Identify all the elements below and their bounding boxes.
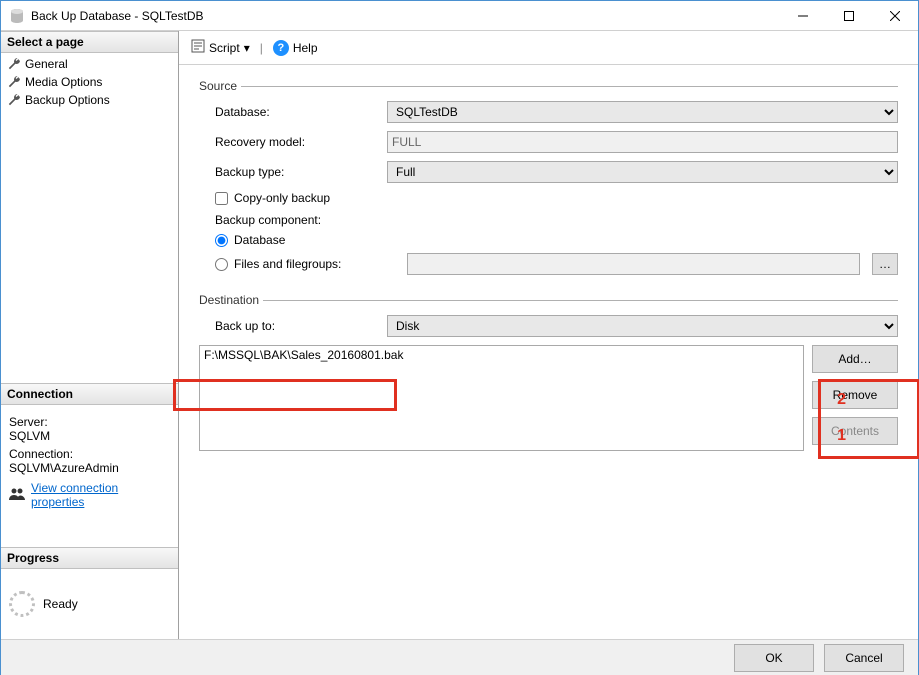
close-button[interactable] bbox=[872, 1, 918, 31]
ok-button[interactable]: OK bbox=[734, 644, 814, 672]
right-panel: Script ▾ | ? Help Source Database: SQLTe… bbox=[179, 31, 918, 639]
contents-button[interactable]: Contents bbox=[812, 417, 898, 445]
source-group: Source Database: SQLTestDB Recovery mode… bbox=[199, 79, 898, 281]
toolbar-separator: | bbox=[260, 41, 263, 55]
recovery-model-label: Recovery model: bbox=[215, 135, 387, 149]
destination-list[interactable]: F:\MSSQL\BAK\Sales_20160801.bak bbox=[199, 345, 804, 451]
cancel-button[interactable]: Cancel bbox=[824, 644, 904, 672]
copy-only-label: Copy-only backup bbox=[234, 191, 330, 205]
progress-header: Progress bbox=[1, 547, 178, 569]
select-page-header: Select a page bbox=[1, 31, 178, 53]
minimize-button[interactable] bbox=[780, 1, 826, 31]
database-icon bbox=[9, 8, 25, 24]
wrench-icon bbox=[7, 57, 21, 71]
backup-component-label: Backup component: bbox=[215, 213, 898, 227]
titlebar: Back Up Database - SQLTestDB bbox=[1, 1, 918, 31]
script-icon bbox=[191, 39, 205, 56]
destination-group: Destination Back up to: Disk F:\MSSQL\BA… bbox=[199, 293, 898, 451]
backup-type-select[interactable]: Full bbox=[387, 161, 898, 183]
recovery-model-field bbox=[387, 131, 898, 153]
database-radio-label: Database bbox=[234, 233, 285, 247]
database-radio[interactable] bbox=[215, 234, 228, 247]
toolbar: Script ▾ | ? Help bbox=[179, 31, 918, 65]
people-icon bbox=[9, 487, 25, 504]
backup-to-label: Back up to: bbox=[215, 319, 387, 333]
files-filegroups-label: Files and filegroups: bbox=[234, 257, 341, 271]
script-button[interactable]: Script ▾ bbox=[191, 39, 250, 56]
help-icon: ? bbox=[273, 40, 289, 56]
maximize-button[interactable] bbox=[826, 1, 872, 31]
page-media-options[interactable]: Media Options bbox=[1, 73, 178, 91]
help-label: Help bbox=[293, 41, 318, 55]
page-general[interactable]: General bbox=[1, 55, 178, 73]
content-area: Source Database: SQLTestDB Recovery mode… bbox=[179, 65, 918, 639]
server-label: Server: bbox=[9, 415, 170, 429]
view-connection-properties-link[interactable]: View connection properties bbox=[31, 481, 170, 509]
wrench-icon bbox=[7, 93, 21, 107]
database-select[interactable]: SQLTestDB bbox=[387, 101, 898, 123]
window-title: Back Up Database - SQLTestDB bbox=[31, 9, 780, 23]
connection-body: Server: SQLVM Connection: SQLVM\AzureAdm… bbox=[1, 405, 178, 547]
progress-body: Ready bbox=[1, 569, 178, 639]
remove-button[interactable]: Remove bbox=[812, 381, 898, 409]
dialog-footer: OK Cancel bbox=[1, 639, 918, 675]
source-legend: Source bbox=[199, 79, 241, 93]
progress-status: Ready bbox=[43, 597, 78, 611]
files-filegroups-browse-button[interactable]: … bbox=[872, 253, 898, 275]
backup-to-select[interactable]: Disk bbox=[387, 315, 898, 337]
files-filegroups-radio[interactable] bbox=[215, 258, 228, 271]
files-filegroups-field bbox=[407, 253, 860, 275]
dropdown-arrow-icon: ▾ bbox=[244, 41, 250, 55]
wrench-icon bbox=[7, 75, 21, 89]
progress-spinner-icon bbox=[9, 591, 35, 617]
server-value: SQLVM bbox=[9, 429, 170, 443]
connection-value: SQLVM\AzureAdmin bbox=[9, 461, 170, 475]
page-label: Media Options bbox=[25, 75, 102, 89]
connection-header: Connection bbox=[1, 383, 178, 405]
destination-path-item[interactable]: F:\MSSQL\BAK\Sales_20160801.bak bbox=[200, 346, 803, 364]
page-label: Backup Options bbox=[25, 93, 110, 107]
destination-legend: Destination bbox=[199, 293, 263, 307]
backup-type-label: Backup type: bbox=[215, 165, 387, 179]
add-button[interactable]: Add… bbox=[812, 345, 898, 373]
left-panel: Select a page General Media Options Back… bbox=[1, 31, 179, 639]
page-label: General bbox=[25, 57, 68, 71]
script-label: Script bbox=[209, 41, 240, 55]
copy-only-checkbox[interactable] bbox=[215, 192, 228, 205]
page-list: General Media Options Backup Options bbox=[1, 53, 178, 383]
connection-label: Connection: bbox=[9, 447, 170, 461]
page-backup-options[interactable]: Backup Options bbox=[1, 91, 178, 109]
help-button[interactable]: ? Help bbox=[273, 40, 318, 56]
database-label: Database: bbox=[215, 105, 387, 119]
